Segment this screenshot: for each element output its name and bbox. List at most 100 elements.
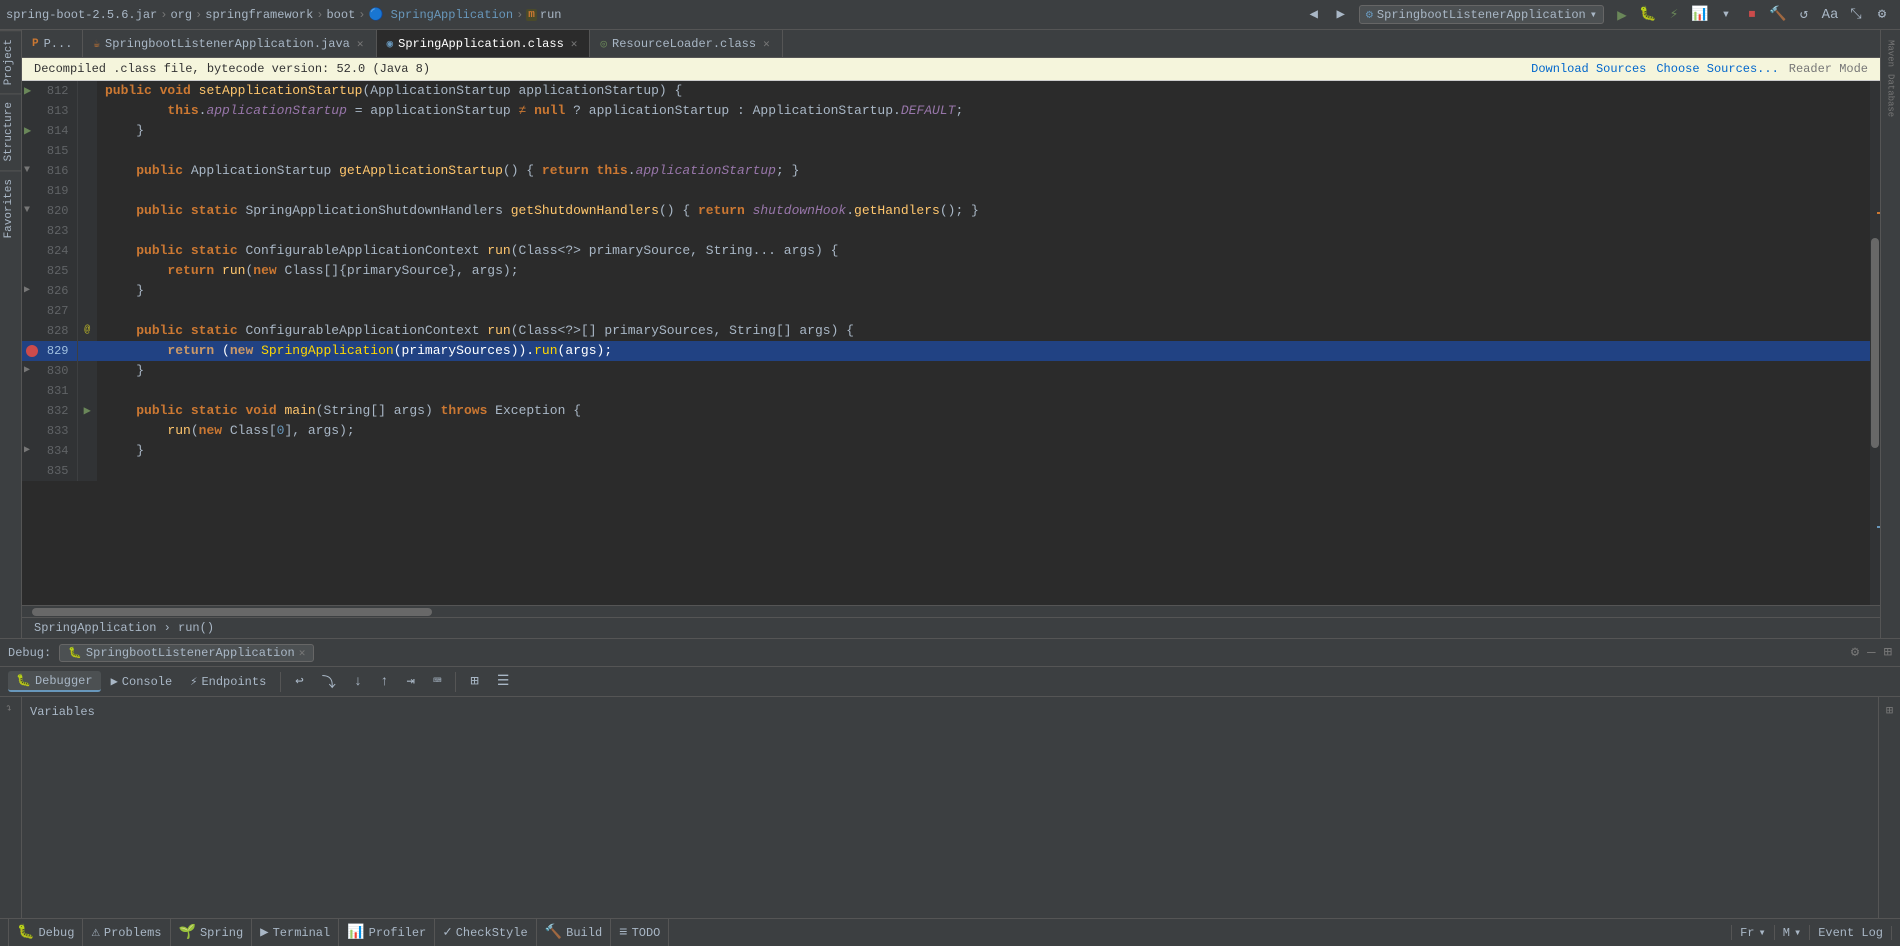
status-debug[interactable]: 🐛 Debug	[8, 919, 83, 946]
debugger-tab[interactable]: 🐛 Debugger	[8, 671, 101, 692]
line-number: 833	[22, 421, 77, 441]
build-status-icon: 🔨	[545, 924, 562, 941]
restore-button[interactable]: ↩	[287, 671, 311, 692]
line-number: ▶ 812	[22, 81, 77, 101]
collapse-icon5[interactable]: ▶	[24, 441, 30, 461]
debug-session-tab[interactable]: 🐛 SpringbootListenerApplication ✕	[59, 644, 314, 662]
status-fr[interactable]: Fr ▾	[1731, 925, 1775, 940]
table-row: 823	[22, 221, 1870, 241]
frames-button[interactable]: ☰	[489, 671, 518, 692]
breadcrumb-method[interactable]: run	[540, 8, 562, 22]
dropdown-button[interactable]: ▾	[1714, 3, 1738, 27]
step-into-button[interactable]: ↓	[346, 672, 370, 692]
line-number: 823	[22, 221, 77, 241]
gutter	[77, 241, 97, 261]
code-breadcrumb-text: SpringApplication › run()	[34, 621, 214, 635]
translate-button[interactable]: Aa	[1818, 3, 1842, 27]
evaluate-button[interactable]: ⌨	[425, 671, 449, 692]
status-todo[interactable]: ≡ TODO	[611, 919, 669, 946]
code-line	[97, 301, 1870, 321]
breadcrumb-sep4: ›	[358, 8, 365, 22]
expand-button[interactable]: ⤡	[1844, 3, 1868, 27]
debug-run-button[interactable]: 🐛	[1636, 3, 1660, 27]
run-button[interactable]: ▶	[1610, 3, 1634, 27]
console-tab[interactable]: ▶ Console	[103, 672, 181, 691]
settings-button[interactable]: ⚙	[1870, 3, 1894, 27]
collapse-icon4[interactable]: ▶	[24, 361, 30, 381]
collapse-icon3[interactable]: ▶	[24, 281, 30, 301]
tab-listener-close[interactable]: ✕	[355, 36, 366, 52]
horizontal-scrollbar[interactable]	[22, 605, 1880, 617]
collapse-icon[interactable]: ▼	[24, 161, 30, 181]
status-event-log[interactable]: Event Log	[1810, 926, 1892, 940]
build-button[interactable]: 🔨	[1766, 3, 1790, 27]
debug-minimize-button[interactable]: —	[1867, 645, 1875, 661]
table-row: ▶ 830 }	[22, 361, 1870, 381]
status-build[interactable]: 🔨 Build	[537, 919, 611, 946]
collapse-icon2[interactable]: ▼	[24, 201, 30, 221]
coverage-button[interactable]: ⚡	[1662, 3, 1686, 27]
gutter	[77, 461, 97, 481]
run-to-cursor-button[interactable]: ⇥	[399, 671, 423, 692]
reader-mode-button[interactable]: Reader Mode	[1789, 62, 1868, 76]
debug-session-icon: 🐛	[68, 646, 82, 660]
forward-button[interactable]: ▶	[1329, 3, 1353, 27]
endpoints-tab[interactable]: ⚡ Endpoints	[182, 672, 274, 691]
line-number: ▶ 830	[22, 361, 77, 381]
vertical-scrollbar[interactable]	[1870, 81, 1880, 605]
run-config-selector[interactable]: ⚙ SpringbootListenerApplication ▾	[1359, 5, 1604, 24]
todo-icon: ≡	[619, 925, 627, 941]
tab-spring-application[interactable]: ◉ SpringApplication.class ✕	[377, 30, 591, 57]
scrollbar-thumb[interactable]	[1871, 238, 1879, 448]
sidebar-maven[interactable]: Maven	[1883, 34, 1899, 74]
sidebar-database[interactable]: Database	[1883, 76, 1899, 116]
breadcrumb-jar[interactable]: spring-boot-2.5.6.jar	[6, 8, 157, 22]
tab-resource-icon: ◎	[600, 37, 607, 51]
status-problems[interactable]: ⚠ Problems	[83, 919, 170, 946]
tab-resource-close[interactable]: ✕	[761, 36, 772, 52]
tab-resource-loader[interactable]: ◎ ResourceLoader.class ✕	[590, 30, 782, 57]
download-sources-link[interactable]: Download Sources	[1531, 62, 1646, 76]
sidebar-item-structure[interactable]: Structure	[0, 93, 21, 169]
line-number: 835	[22, 461, 77, 481]
breadcrumb-class[interactable]: 🔵 SpringApplication	[369, 7, 514, 22]
code-line	[97, 141, 1870, 161]
sidebar-item-project[interactable]: Project	[0, 30, 21, 93]
sidebar-item-favorites[interactable]: Favorites	[0, 170, 21, 246]
choose-sources-link[interactable]: Choose Sources...	[1656, 62, 1778, 76]
collapse-arrow2[interactable]: ▶	[24, 121, 31, 141]
line-number: ▼ 816	[22, 161, 77, 181]
debug-sidebar-icon1[interactable]: ↩	[3, 701, 18, 715]
breadcrumb-springframework[interactable]: springframework	[205, 8, 313, 22]
watch-button[interactable]: ⊞	[462, 671, 486, 692]
terminal-icon: ▶	[260, 924, 268, 941]
step-over-button[interactable]: ⤵	[314, 670, 344, 694]
debug-layout-button[interactable]: ⊞	[1884, 644, 1892, 661]
stop-button[interactable]: ⏹	[1740, 3, 1764, 27]
code-editor[interactable]: ▶ 812 public void setApplicationStartup(…	[22, 81, 1870, 605]
status-profiler[interactable]: 📊 Profiler	[339, 919, 435, 946]
step-out-button[interactable]: ↑	[372, 672, 396, 692]
debug-layout-icon[interactable]: ⊞	[1884, 701, 1895, 720]
back-button[interactable]: ◀	[1302, 3, 1326, 27]
debug-settings-button[interactable]: ⚙	[1851, 644, 1859, 661]
debug-header: Debug: 🐛 SpringbootListenerApplication ✕…	[0, 639, 1900, 667]
debug-session-close[interactable]: ✕	[299, 646, 306, 660]
status-checkstyle[interactable]: ✓ CheckStyle	[435, 919, 536, 946]
status-terminal[interactable]: ▶ Terminal	[252, 919, 339, 946]
tab-spring-close[interactable]: ✕	[569, 36, 580, 52]
profile-button[interactable]: 📊	[1688, 3, 1712, 27]
tab-springboot-listener[interactable]: ☕ SpringbootListenerApplication.java ✕	[83, 30, 376, 57]
status-spring[interactable]: 🌱 Spring	[171, 919, 253, 946]
breakpoint-marker[interactable]	[26, 345, 38, 357]
breadcrumb-org[interactable]: org	[170, 8, 192, 22]
scroll-mark-1	[1877, 212, 1880, 214]
breadcrumb-boot[interactable]: boot	[326, 8, 355, 22]
update-button[interactable]: ↺	[1792, 3, 1816, 27]
debug-panel: Debug: 🐛 SpringbootListenerApplication ✕…	[0, 638, 1900, 918]
h-scrollbar-thumb[interactable]	[32, 608, 432, 616]
tab-project[interactable]: P P...	[22, 30, 83, 57]
collapse-arrow[interactable]: ▶	[24, 81, 31, 101]
line-number: 815	[22, 141, 77, 161]
status-m[interactable]: M ▾	[1775, 925, 1810, 940]
